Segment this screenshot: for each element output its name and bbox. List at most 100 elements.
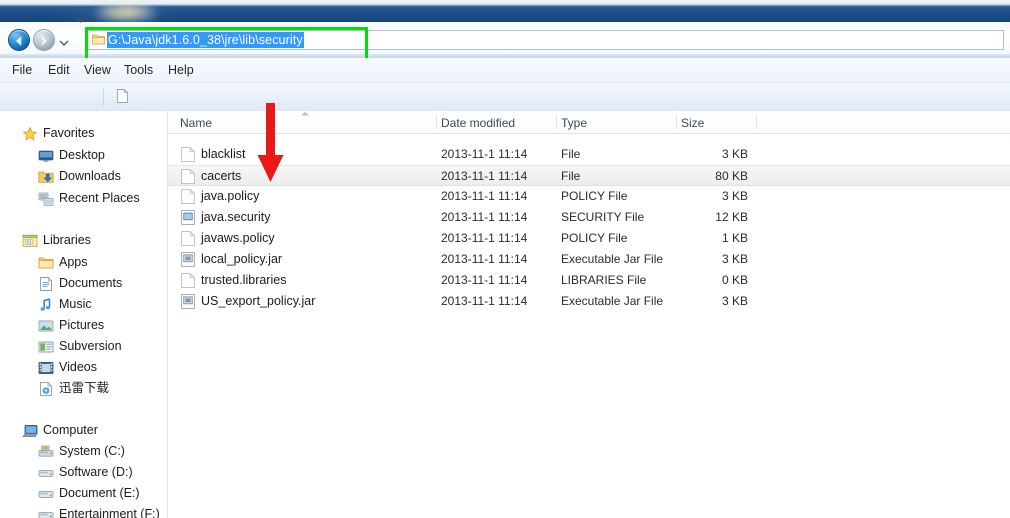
star-icon xyxy=(22,126,38,142)
drive-icon xyxy=(38,486,54,502)
column-header-type[interactable]: Type xyxy=(561,116,587,130)
forward-arrow-icon xyxy=(34,34,54,48)
back-arrow-icon xyxy=(9,34,29,48)
column-divider[interactable] xyxy=(556,115,557,129)
caret-down-icon[interactable] xyxy=(77,12,84,23)
file-size: 80 KB xyxy=(715,169,748,183)
file-list-pane[interactable]: Name Date modified Type Size blacklist 2… xyxy=(168,111,1010,518)
table-row[interactable]: javaws.policy 2013-11-1 11:14 POLICY Fil… xyxy=(168,228,1010,249)
sidebar-item-thunder-download[interactable]: 迅雷下载 xyxy=(0,378,167,399)
file-name: cacerts xyxy=(201,169,242,183)
pictures-icon xyxy=(38,318,54,334)
sidebar-item-document-e[interactable]: Document (E:) xyxy=(0,483,167,504)
back-button[interactable] xyxy=(8,29,30,51)
table-row[interactable]: java.policy 2013-11-1 11:14 POLICY File … xyxy=(168,186,1010,207)
sidebar-item-subversion[interactable]: Subversion xyxy=(0,336,167,357)
menu-item-view[interactable]: View xyxy=(79,62,116,78)
title-bar-icon-blur xyxy=(96,2,156,22)
recent-places-icon xyxy=(38,191,54,207)
blank-file-icon xyxy=(181,168,196,184)
sidebar-label-pictures: Pictures xyxy=(59,318,105,332)
file-size: 3 KB xyxy=(721,147,748,161)
sidebar-label-favorites: Favorites xyxy=(43,126,95,140)
sidebar-item-recent-places[interactable]: Recent Places xyxy=(0,188,167,209)
address-input-extension[interactable] xyxy=(364,30,1004,50)
table-row[interactable]: trusted.libraries 2013-11-1 11:14 LIBRAR… xyxy=(168,270,1010,291)
blank-file-icon xyxy=(181,146,196,162)
table-row[interactable]: local_policy.jar 2013-11-1 11:14 Executa… xyxy=(168,249,1010,270)
column-header-size[interactable]: Size xyxy=(681,116,704,130)
file-date: 2013-11-1 11:14 xyxy=(441,273,528,287)
folder-icon xyxy=(92,33,105,45)
column-divider[interactable] xyxy=(676,115,677,129)
table-row[interactable]: US_export_policy.jar 2013-11-1 11:14 Exe… xyxy=(168,291,1010,312)
menu-item-help[interactable]: Help xyxy=(163,62,199,78)
sidebar-item-music[interactable]: Music xyxy=(0,294,167,315)
address-path-text[interactable]: G:\Java\jdk1.6.0_38\jre\lib\security xyxy=(107,32,304,48)
column-header-name[interactable]: Name xyxy=(180,116,212,130)
file-date: 2013-11-1 11:14 xyxy=(441,294,528,308)
sidebar-group-favorites[interactable]: Favorites xyxy=(0,123,167,144)
file-date: 2013-11-1 11:14 xyxy=(441,210,528,224)
system-drive-icon xyxy=(38,444,54,460)
table-row[interactable]: cacerts 2013-11-1 11:14 File 80 KB xyxy=(168,165,1010,186)
file-size: 3 KB xyxy=(721,252,748,266)
file-date: 2013-11-1 11:14 xyxy=(441,169,528,183)
sidebar-label-computer: Computer xyxy=(43,423,98,437)
file-name: java.policy xyxy=(201,189,260,203)
sidebar-label-music: Music xyxy=(59,297,92,311)
column-header-date-modified[interactable]: Date modified xyxy=(441,116,515,130)
history-dropdown-button[interactable] xyxy=(59,36,69,46)
sidebar-item-videos[interactable]: Videos xyxy=(0,357,167,378)
file-date: 2013-11-1 11:14 xyxy=(441,231,528,245)
file-date: 2013-11-1 11:14 xyxy=(441,252,528,266)
sidebar-item-desktop[interactable]: Desktop xyxy=(0,145,167,166)
table-row[interactable]: blacklist 2013-11-1 11:14 File 3 KB xyxy=(168,144,1010,165)
file-name: blacklist xyxy=(201,147,246,161)
sidebar-item-pictures[interactable]: Pictures xyxy=(0,315,167,336)
sidebar-item-downloads[interactable]: Downloads xyxy=(0,166,167,187)
sidebar-label-system-c: System (C:) xyxy=(59,444,125,458)
table-row[interactable]: java.security 2013-11-1 11:14 SECURITY F… xyxy=(168,207,1010,228)
thunder-download-icon xyxy=(38,381,54,397)
file-name: javaws.policy xyxy=(201,231,275,245)
sidebar-label-thunder-download: 迅雷下载 xyxy=(59,381,110,395)
file-size: 3 KB xyxy=(721,189,748,203)
sidebar-item-system-c[interactable]: System (C:) xyxy=(0,441,167,462)
libraries-icon xyxy=(22,233,38,249)
sidebar-group-libraries[interactable]: Libraries xyxy=(0,230,167,251)
blank-file-icon xyxy=(181,230,196,246)
subversion-icon xyxy=(38,339,54,355)
sidebar-item-apps[interactable]: Apps xyxy=(0,252,167,273)
file-size: 3 KB xyxy=(721,294,748,308)
column-header-row: Name Date modified Type Size xyxy=(168,111,1010,134)
text-file-icon xyxy=(181,210,195,225)
desktop-icon xyxy=(38,148,54,164)
videos-icon xyxy=(38,360,54,376)
music-icon xyxy=(38,297,54,313)
menu-item-edit[interactable]: Edit xyxy=(43,62,75,78)
forward-button[interactable] xyxy=(33,29,55,51)
file-size: 12 KB xyxy=(715,210,748,224)
column-divider[interactable] xyxy=(436,115,437,129)
sidebar-group-computer[interactable]: Computer xyxy=(0,420,167,441)
jar-file-icon xyxy=(181,252,195,267)
file-name: local_policy.jar xyxy=(201,252,283,266)
file-name: US_export_policy.jar xyxy=(201,294,316,308)
title-bar xyxy=(0,0,1010,24)
file-type: File xyxy=(561,147,581,161)
command-bar-separator xyxy=(103,88,104,106)
chevron-down-icon xyxy=(59,36,69,50)
file-icon xyxy=(117,88,129,103)
file-date: 2013-11-1 11:14 xyxy=(441,147,528,161)
sidebar-label-recent-places: Recent Places xyxy=(59,191,140,205)
navigation-pane[interactable]: Favorites Desktop Downloads Recent Place… xyxy=(0,111,167,518)
column-divider[interactable] xyxy=(756,115,757,129)
menu-item-file[interactable]: File xyxy=(7,62,37,78)
blank-file-icon xyxy=(181,272,196,288)
sidebar-item-documents[interactable]: Documents xyxy=(0,273,167,294)
menu-item-tools[interactable]: Tools xyxy=(119,62,158,78)
sidebar-item-software-d[interactable]: Software (D:) xyxy=(0,462,167,483)
sidebar-label-entertainment-f: Entertainment (F:) xyxy=(59,507,160,518)
sidebar-item-entertainment-f[interactable]: Entertainment (F:) xyxy=(0,504,167,518)
